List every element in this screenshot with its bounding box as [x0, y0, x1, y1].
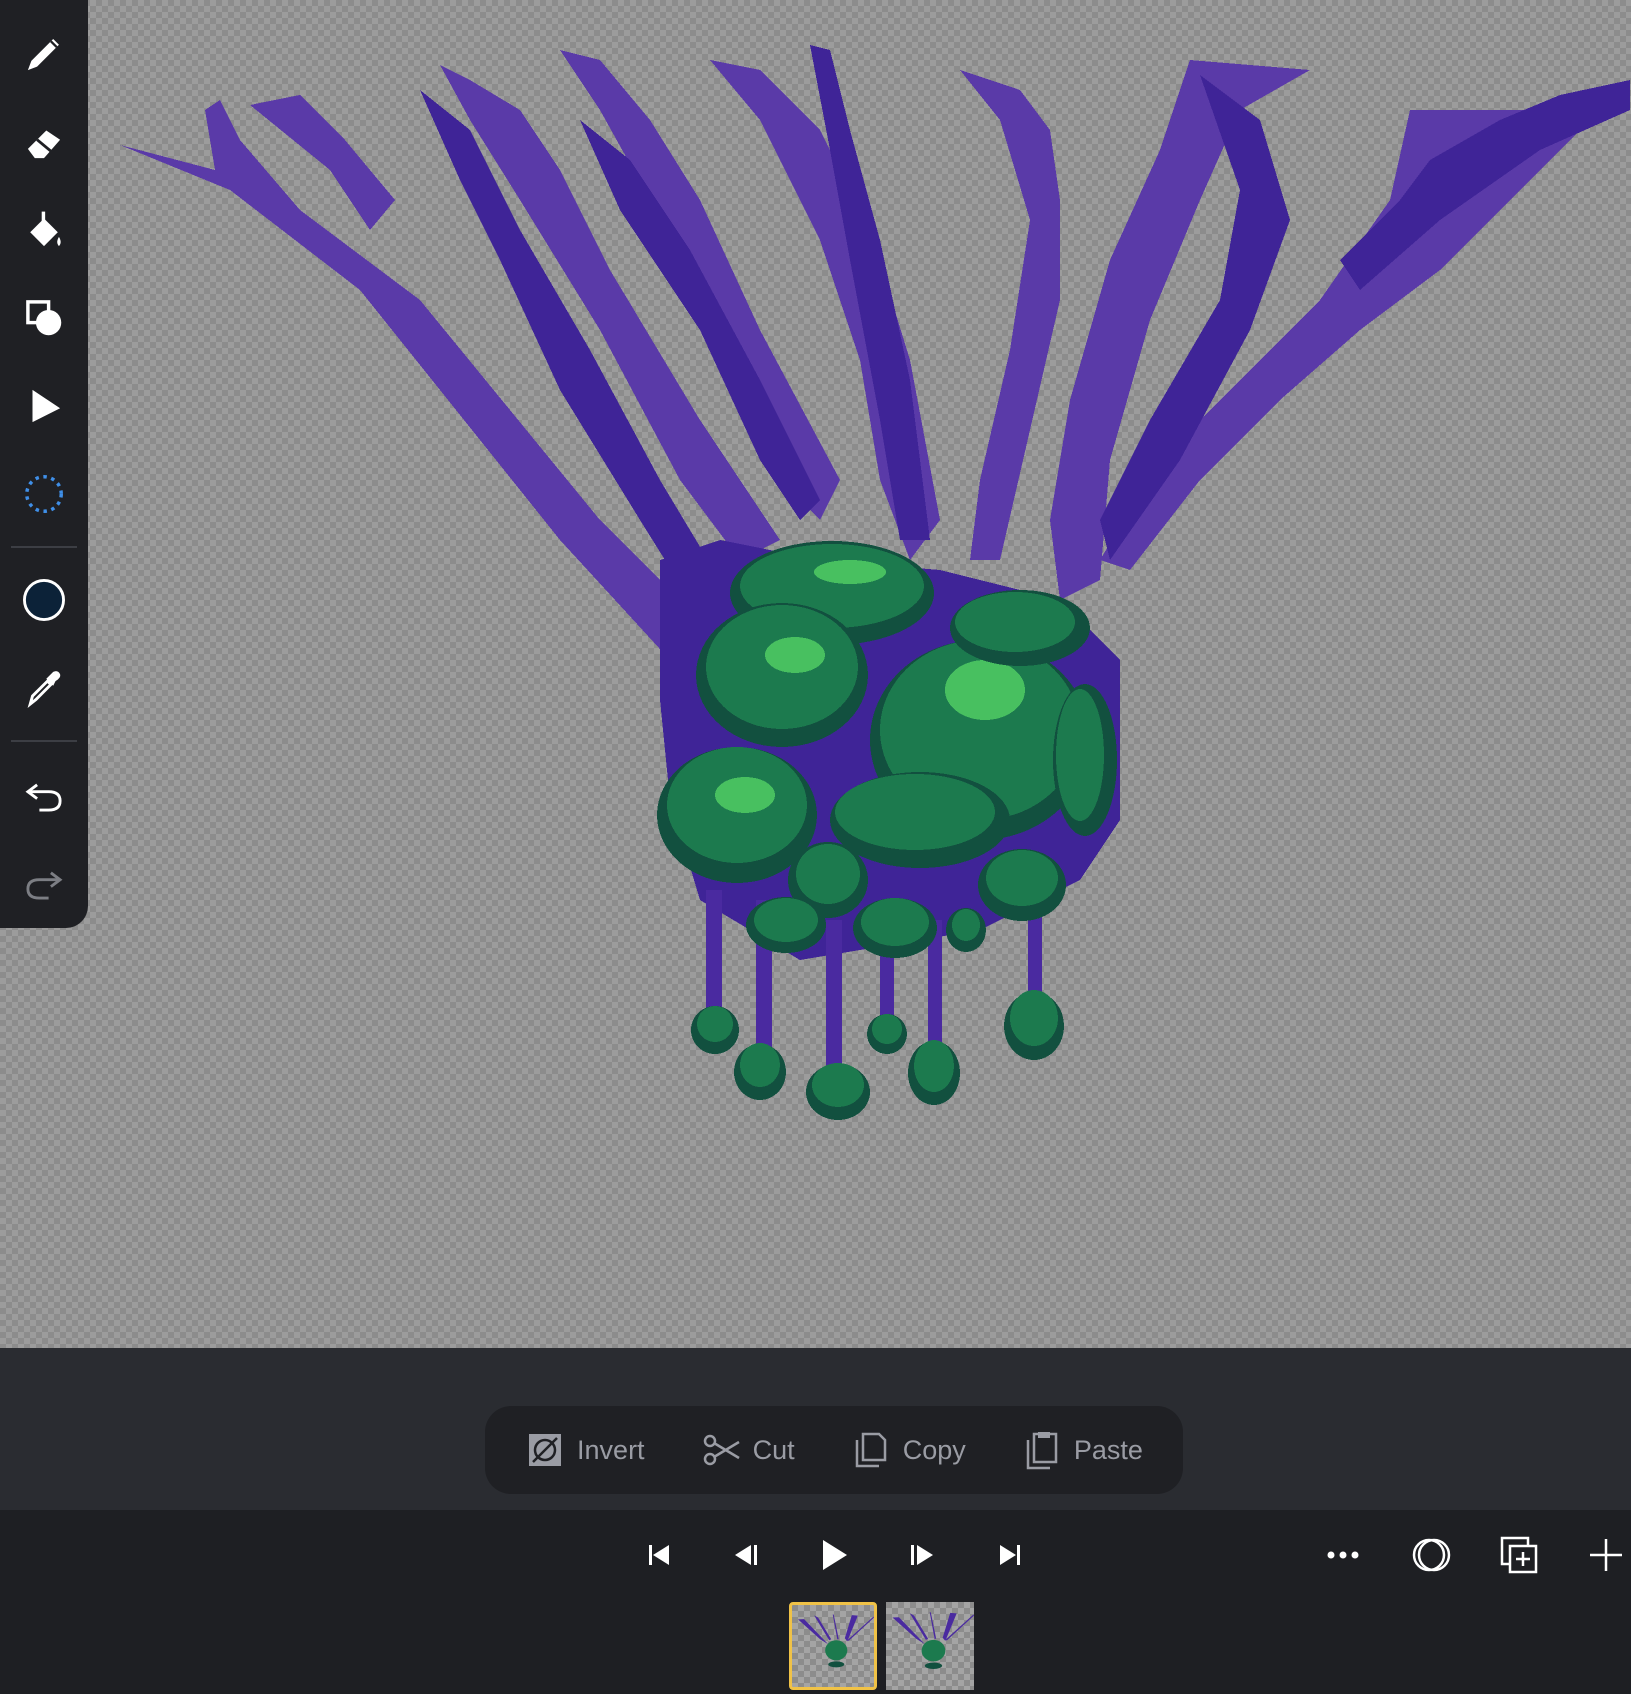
selection-actions-bar: Invert Cut Copy Paste — [485, 1406, 1183, 1494]
cut-label: Cut — [752, 1434, 795, 1465]
paste-button[interactable]: Paste — [1022, 1430, 1143, 1470]
shape-tool[interactable] — [0, 274, 88, 362]
last-frame-icon — [1000, 1545, 1020, 1565]
moss-droplets — [691, 990, 1064, 1120]
frame-thumbnail-1[interactable] — [789, 1602, 877, 1690]
drawing-canvas[interactable] — [0, 0, 1631, 1348]
prev-frame-icon — [735, 1545, 757, 1565]
toolbar-divider — [11, 546, 77, 548]
first-frame-icon — [649, 1545, 669, 1565]
move-tool[interactable] — [0, 362, 88, 450]
lasso-select-icon — [25, 475, 63, 513]
redo-icon — [26, 871, 63, 900]
eyedropper-icon — [27, 671, 61, 709]
fill-bucket-icon — [30, 211, 61, 247]
more-icon — [1327, 1551, 1359, 1559]
invert-selection-button[interactable]: Invert — [525, 1430, 645, 1470]
more-options-button[interactable] — [1318, 1530, 1368, 1580]
pencil-icon — [27, 39, 59, 71]
cut-button[interactable]: Cut — [701, 1430, 795, 1470]
frame-preview-2 — [892, 1612, 974, 1669]
copy-button[interactable]: Copy — [851, 1430, 966, 1470]
onion-skin-icon — [1412, 1538, 1451, 1572]
current-color-swatch — [23, 579, 65, 621]
redo-button[interactable] — [0, 838, 88, 926]
onion-skin-button[interactable] — [1406, 1530, 1456, 1580]
next-frame-button[interactable] — [896, 1530, 946, 1580]
eyedropper-tool[interactable] — [0, 644, 88, 732]
last-frame-button[interactable] — [985, 1530, 1035, 1580]
copy-icon — [855, 1432, 886, 1468]
copy-label: Copy — [902, 1434, 966, 1465]
artwork — [120, 45, 1630, 1120]
duplicate-frame-icon — [1500, 1536, 1538, 1574]
play-button[interactable] — [808, 1530, 858, 1580]
selection-tool[interactable] — [0, 450, 88, 538]
fill-tool[interactable] — [0, 186, 88, 274]
first-frame-button[interactable] — [634, 1530, 684, 1580]
clipboard-icon — [1026, 1432, 1058, 1470]
next-frame-icon — [911, 1545, 933, 1565]
eraser-icon — [27, 130, 61, 159]
undo-button[interactable] — [0, 750, 88, 838]
color-picker-button[interactable] — [0, 556, 88, 644]
duplicate-frame-button[interactable] — [1494, 1530, 1544, 1580]
paste-label: Paste — [1073, 1434, 1143, 1465]
move-icon — [32, 389, 61, 423]
shapes-icon — [26, 300, 62, 336]
invert-label: Invert — [577, 1434, 645, 1465]
toolbar-divider — [11, 740, 77, 742]
invert-icon — [529, 1434, 562, 1466]
play-icon — [823, 1540, 847, 1570]
pencil-tool[interactable] — [0, 10, 88, 98]
frame-thumbnail-2[interactable] — [886, 1602, 974, 1690]
add-frame-button[interactable] — [1581, 1530, 1631, 1580]
undo-icon — [25, 783, 62, 812]
add-frame-icon — [1590, 1539, 1622, 1571]
eraser-tool[interactable] — [0, 98, 88, 186]
prev-frame-button[interactable] — [722, 1530, 772, 1580]
scissors-icon — [703, 1434, 740, 1466]
tool-sidebar — [0, 0, 88, 928]
frame-preview-1 — [798, 1614, 874, 1668]
